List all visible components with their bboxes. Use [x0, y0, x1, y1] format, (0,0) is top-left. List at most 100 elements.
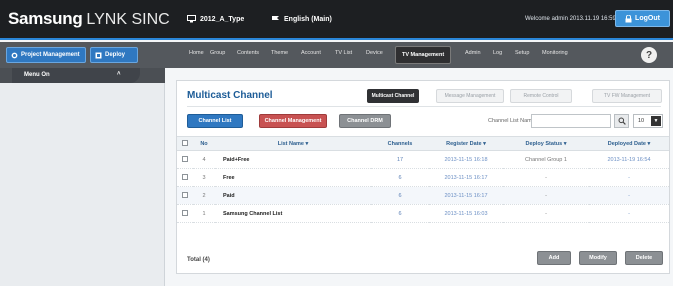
delete-button[interactable]: Delete: [625, 251, 663, 265]
row-checkbox[interactable]: [177, 204, 193, 223]
row-deployed-date: 2013-11-19 16:54: [589, 150, 669, 169]
total-count: Total (4): [187, 257, 210, 263]
nav-tv-list[interactable]: TV List: [335, 50, 352, 56]
row-deploy-status: -: [503, 168, 589, 187]
row-list-name[interactable]: Paid: [215, 186, 371, 205]
table-row[interactable]: 1 Samsung Channel List 6 2013-11-15 16:0…: [177, 204, 669, 223]
row-checkbox[interactable]: [177, 168, 193, 187]
chevron-up-icon: ˄: [117, 71, 121, 77]
modify-button[interactable]: Modify: [579, 251, 617, 265]
select-all-checkbox[interactable]: [177, 136, 193, 151]
welcome-text: Welcome admin 2013.11.19 16:59: [525, 16, 616, 22]
subtab-channel-drm[interactable]: Channel DRM: [339, 114, 391, 128]
row-register-date: 2013-11-15 16:18: [429, 150, 503, 169]
search-icon: [618, 117, 626, 125]
row-no: 2: [193, 186, 215, 205]
project-selector[interactable]: 2012_A_Type: [187, 15, 244, 23]
nav-group[interactable]: Group: [210, 50, 225, 56]
subtab-channel-list[interactable]: Channel List: [187, 114, 243, 128]
page-title: Multicast Channel: [187, 90, 273, 101]
nav-device[interactable]: Device: [366, 50, 383, 56]
nav-tv-management[interactable]: TV Management: [395, 46, 452, 64]
tab-multicast-channel[interactable]: Multicast Channel: [367, 89, 419, 103]
table-header-row: No List Name ▾ Channels Register Date ▾ …: [177, 136, 669, 151]
row-no: 4: [193, 150, 215, 169]
project-management-button[interactable]: Project Management: [6, 47, 86, 63]
row-list-name[interactable]: Free: [215, 168, 371, 187]
row-no: 3: [193, 168, 215, 187]
title-divider: [187, 106, 661, 107]
help-icon[interactable]: ?: [641, 47, 657, 63]
column-no[interactable]: No: [193, 136, 215, 151]
channel-list-table: No List Name ▾ Channels Register Date ▾ …: [177, 136, 669, 223]
top-bar: Samsung LYNK SINC 2012_A_Type English (Ma…: [0, 0, 673, 40]
gear-icon: [11, 52, 18, 59]
chevron-down-icon: ▼: [651, 116, 661, 126]
row-channels: 6: [371, 168, 429, 187]
row-deploy-status: -: [503, 204, 589, 223]
search-input[interactable]: [531, 114, 611, 128]
row-deploy-status: Channel Group 1: [503, 150, 589, 169]
row-deploy-status: -: [503, 186, 589, 205]
logo-product: LYNK SINC: [86, 11, 170, 28]
language-selector[interactable]: English (Main): [271, 15, 332, 23]
row-deployed-date: -: [589, 186, 669, 205]
nav-theme[interactable]: Theme: [271, 50, 288, 56]
table-row[interactable]: 3 Free 6 2013-11-15 16:17 - -: [177, 168, 669, 187]
page-size-value: 10: [638, 118, 645, 124]
row-register-date: 2013-11-15 16:17: [429, 168, 503, 187]
page-size-select[interactable]: 10 ▼: [633, 114, 663, 128]
row-deployed-date: -: [589, 168, 669, 187]
logo-brand: Samsung: [8, 9, 83, 28]
nav-admin[interactable]: Admin: [465, 50, 481, 56]
project-management-label: Project Management: [21, 52, 80, 58]
row-register-date: 2013-11-15 16:17: [429, 186, 503, 205]
search-button[interactable]: [614, 114, 629, 128]
logout-label: LogOut: [635, 15, 660, 22]
monitor-icon: [187, 15, 196, 23]
row-register-date: 2013-11-15 16:03: [429, 204, 503, 223]
deploy-label: Deploy: [105, 52, 126, 58]
sidebar-body: [0, 83, 165, 286]
menu-on-toggle[interactable]: Menu On ˄: [0, 68, 165, 83]
logout-button[interactable]: LogOut: [615, 10, 670, 27]
nav-monitoring[interactable]: Monitoring: [542, 50, 568, 56]
row-list-name[interactable]: Samsung Channel List: [215, 204, 371, 223]
app-logo: Samsung LYNK SINC: [8, 9, 170, 29]
subtab-channel-management[interactable]: Channel Management: [259, 114, 327, 128]
nav-log[interactable]: Log: [493, 50, 502, 56]
language-name: English (Main): [284, 15, 332, 23]
lock-icon: [625, 14, 632, 23]
nav-contents[interactable]: Contents: [237, 50, 259, 56]
row-channels: 17: [371, 150, 429, 169]
deploy-button[interactable]: Deploy: [90, 47, 138, 63]
deploy-icon: [95, 52, 102, 59]
column-channels[interactable]: Channels: [371, 136, 429, 151]
search-label: Channel List Name: [488, 118, 535, 124]
nav-home[interactable]: Home: [189, 50, 204, 56]
table-row[interactable]: 4 Paid+Free 17 2013-11-15 16:18 Channel …: [177, 150, 669, 169]
nav-setup[interactable]: Setup: [515, 50, 529, 56]
tab-message-management[interactable]: Message Management: [436, 89, 504, 103]
main-panel: Multicast Channel Multicast Channel Mess…: [176, 80, 670, 274]
row-checkbox[interactable]: [177, 150, 193, 169]
nav-account[interactable]: Account: [301, 50, 321, 56]
table-row[interactable]: 2 Paid 6 2013-11-15 16:17 - -: [177, 186, 669, 205]
tab-tv-fw-management[interactable]: TV FW Management: [592, 89, 662, 103]
row-no: 1: [193, 204, 215, 223]
add-button[interactable]: Add: [537, 251, 571, 265]
flag-icon: [271, 15, 280, 23]
column-list-name[interactable]: List Name ▾: [215, 136, 371, 151]
project-name: 2012_A_Type: [200, 15, 245, 23]
tab-remote-control[interactable]: Remote Control: [510, 89, 572, 103]
menu-on-label: Menu On: [24, 72, 50, 78]
column-deploy-status[interactable]: Deploy Status ▾: [503, 136, 589, 151]
main-nav: Home Group Contents Theme Account TV Lis…: [165, 42, 673, 68]
column-deployed-date[interactable]: Deployed Date ▾: [589, 136, 669, 151]
row-channels: 6: [371, 186, 429, 205]
row-deployed-date: -: [589, 204, 669, 223]
row-list-name[interactable]: Paid+Free: [215, 150, 371, 169]
row-channels: 6: [371, 204, 429, 223]
column-register-date[interactable]: Register Date ▾: [429, 136, 503, 151]
row-checkbox[interactable]: [177, 186, 193, 205]
